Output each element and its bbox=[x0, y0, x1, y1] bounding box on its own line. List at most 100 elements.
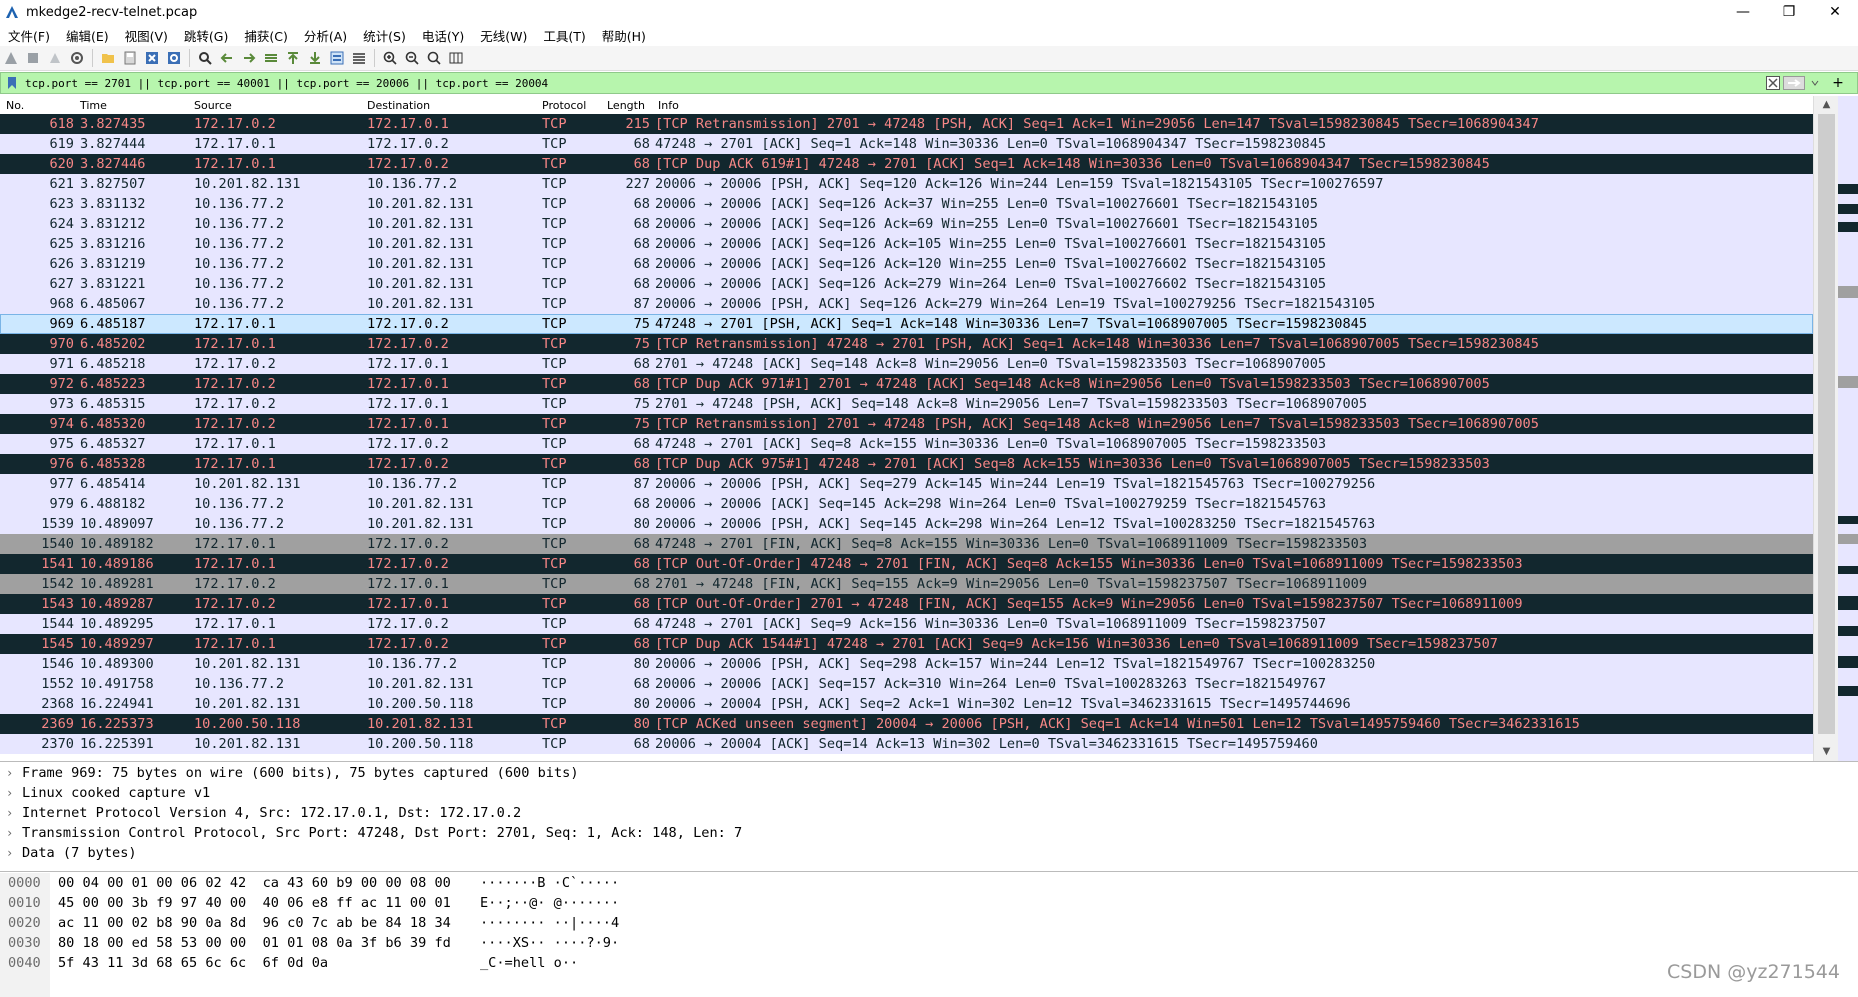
bytes-row[interactable]: 0000 00 04 00 01 00 06 02 42 ca 43 60 b9 … bbox=[0, 873, 1858, 893]
column-no[interactable]: No. bbox=[6, 99, 24, 112]
menu-edit[interactable]: 编辑(E) bbox=[58, 26, 117, 45]
expand-chevron-icon[interactable]: › bbox=[6, 843, 22, 863]
packet-row[interactable]: 1546 10.489300 10.201.82.131 10.136.77.2 TCP… bbox=[0, 654, 1813, 674]
go-forward-icon[interactable] bbox=[238, 47, 260, 69]
filter-dropdown-icon[interactable] bbox=[1809, 75, 1821, 91]
packet-row[interactable]: 2369 16.225373 10.200.50.118 10.201.82.131 T… bbox=[0, 714, 1813, 734]
packet-row[interactable]: 2368 16.224941 10.201.82.131 10.200.50.118 T… bbox=[0, 694, 1813, 714]
bytes-row[interactable]: 0010 45 00 00 3b f9 97 40 00 40 06 e8 ff … bbox=[0, 893, 1858, 913]
menu-wireless[interactable]: 无线(W) bbox=[472, 26, 535, 45]
menu-view[interactable]: 视图(V) bbox=[117, 26, 176, 45]
expand-chevron-icon[interactable]: › bbox=[6, 803, 22, 823]
detail-frame[interactable]: › Frame 969: 75 bytes on wire (600 bits),… bbox=[0, 763, 1858, 783]
menu-capture[interactable]: 捕获(C) bbox=[236, 26, 295, 45]
packet-row[interactable]: 2370 16.225391 10.201.82.131 10.200.50.118 T… bbox=[0, 734, 1813, 754]
close-button[interactable]: ✕ bbox=[1812, 0, 1858, 24]
menu-analyze[interactable]: 分析(A) bbox=[296, 26, 355, 45]
packet-row[interactable]: 1542 10.489281 172.17.0.2 172.17.0.1 TCP 68 27… bbox=[0, 574, 1813, 594]
bytes-row[interactable]: 0040 5f 43 11 3d 68 65 6c 6c 6f 0d 0a _C·=… bbox=[0, 953, 1858, 973]
packet-row[interactable]: 625 3.831216 10.136.77.2 10.201.82.131 TCP 68… bbox=[0, 234, 1813, 254]
detail-data[interactable]: › Data (7 bytes) bbox=[0, 843, 1858, 863]
find-packet-icon[interactable] bbox=[194, 47, 216, 69]
go-to-packet-icon[interactable] bbox=[260, 47, 282, 69]
packet-row[interactable]: 977 6.485414 10.201.82.131 10.136.77.2 TCP 87… bbox=[0, 474, 1813, 494]
capture-options-icon[interactable] bbox=[66, 47, 88, 69]
packet-list-scrollbar[interactable]: ▲ ▼ bbox=[1813, 96, 1839, 761]
menu-statistics[interactable]: 统计(S) bbox=[355, 26, 414, 45]
column-source[interactable]: Source bbox=[194, 99, 232, 112]
zoom-out-icon[interactable] bbox=[401, 47, 423, 69]
packet-row[interactable]: 973 6.485315 172.17.0.2 172.17.0.1 TCP 75 2701… bbox=[0, 394, 1813, 414]
packet-row[interactable]: 975 6.485327 172.17.0.1 172.17.0.2 TCP 68 4724… bbox=[0, 434, 1813, 454]
packet-row[interactable]: 979 6.488182 10.136.77.2 10.201.82.131 TCP 68… bbox=[0, 494, 1813, 514]
reload-file-icon[interactable] bbox=[163, 47, 185, 69]
expand-chevron-icon[interactable]: › bbox=[6, 823, 22, 843]
minimize-button[interactable]: — bbox=[1720, 0, 1766, 24]
zoom-reset-icon[interactable] bbox=[423, 47, 445, 69]
packet-row[interactable]: 624 3.831212 10.136.77.2 10.201.82.131 TCP 68… bbox=[0, 214, 1813, 234]
packet-row[interactable]: 1545 10.489297 172.17.0.1 172.17.0.2 TCP 68 [T… bbox=[0, 634, 1813, 654]
packet-row[interactable]: 974 6.485320 172.17.0.2 172.17.0.1 TCP 75 [TCP… bbox=[0, 414, 1813, 434]
restart-capture-icon[interactable] bbox=[44, 47, 66, 69]
menu-file[interactable]: 文件(F) bbox=[0, 26, 58, 45]
colorize-icon[interactable] bbox=[348, 47, 370, 69]
menu-help[interactable]: 帮助(H) bbox=[594, 26, 654, 45]
packet-row[interactable]: 971 6.485218 172.17.0.2 172.17.0.1 TCP 68 2701… bbox=[0, 354, 1813, 374]
column-info[interactable]: Info bbox=[658, 99, 679, 112]
packet-row[interactable]: 972 6.485223 172.17.0.2 172.17.0.1 TCP 68 [TCP… bbox=[0, 374, 1813, 394]
scrollbar-thumb[interactable] bbox=[1818, 114, 1835, 734]
restore-button[interactable]: ❐ bbox=[1766, 0, 1812, 24]
scroll-down-icon[interactable]: ▼ bbox=[1814, 743, 1839, 759]
detail-tcp[interactable]: › Transmission Control Protocol, Src Port… bbox=[0, 823, 1858, 843]
packet-row[interactable]: 1552 10.491758 10.136.77.2 10.201.82.131 TCP… bbox=[0, 674, 1813, 694]
bookmark-icon[interactable] bbox=[3, 74, 21, 92]
save-file-icon[interactable] bbox=[119, 47, 141, 69]
stop-capture-icon[interactable] bbox=[22, 47, 44, 69]
open-file-icon[interactable] bbox=[97, 47, 119, 69]
column-protocol[interactable]: Protocol bbox=[542, 99, 586, 112]
bytes-row[interactable]: 0030 80 18 00 ed 58 53 00 00 01 01 08 0a … bbox=[0, 933, 1858, 953]
auto-scroll-icon[interactable] bbox=[326, 47, 348, 69]
packet-minimap[interactable] bbox=[1838, 96, 1858, 761]
packet-time: 3.831221 bbox=[80, 276, 146, 292]
packet-row[interactable]: 970 6.485202 172.17.0.1 172.17.0.2 TCP 75 [TCP… bbox=[0, 334, 1813, 354]
expand-chevron-icon[interactable]: › bbox=[6, 763, 22, 783]
packet-row[interactable]: 620 3.827446 172.17.0.1 172.17.0.2 TCP 68 [TCP… bbox=[0, 154, 1813, 174]
expand-chevron-icon[interactable]: › bbox=[6, 783, 22, 803]
packet-row[interactable]: 1544 10.489295 172.17.0.1 172.17.0.2 TCP 68 47… bbox=[0, 614, 1813, 634]
add-filter-button-icon[interactable]: + bbox=[1831, 75, 1845, 91]
display-filter-input[interactable]: tcp.port == 2701 || tcp.port == 40001 ||… bbox=[25, 77, 548, 90]
zoom-in-icon[interactable] bbox=[379, 47, 401, 69]
resize-columns-icon[interactable] bbox=[445, 47, 467, 69]
packet-row[interactable]: 968 6.485067 10.136.77.2 10.201.82.131 TCP 87… bbox=[0, 294, 1813, 314]
packet-row[interactable]: 976 6.485328 172.17.0.1 172.17.0.2 TCP 68 [TCP… bbox=[0, 454, 1813, 474]
packet-row[interactable]: 627 3.831221 10.136.77.2 10.201.82.131 TCP 68… bbox=[0, 274, 1813, 294]
scroll-up-icon[interactable]: ▲ bbox=[1814, 96, 1839, 112]
clear-filter-icon[interactable] bbox=[1766, 75, 1780, 91]
packet-row[interactable]: 619 3.827444 172.17.0.1 172.17.0.2 TCP 68 4724… bbox=[0, 134, 1813, 154]
packet-row[interactable]: 626 3.831219 10.136.77.2 10.201.82.131 TCP 68… bbox=[0, 254, 1813, 274]
column-length[interactable]: Length bbox=[607, 99, 645, 112]
packet-row[interactable]: 621 3.827507 10.201.82.131 10.136.77.2 TCP 22… bbox=[0, 174, 1813, 194]
go-first-icon[interactable] bbox=[282, 47, 304, 69]
menu-tools[interactable]: 工具(T) bbox=[535, 26, 593, 45]
bytes-row[interactable]: 0020 ac 11 00 02 b8 90 0a 8d 96 c0 7c ab … bbox=[0, 913, 1858, 933]
packet-row[interactable]: 618 3.827435 172.17.0.2 172.17.0.1 TCP 215 [TC… bbox=[0, 114, 1813, 134]
menu-telephony[interactable]: 电话(Y) bbox=[414, 26, 472, 45]
go-last-icon[interactable] bbox=[304, 47, 326, 69]
close-file-icon[interactable] bbox=[141, 47, 163, 69]
packet-row[interactable]: 1543 10.489287 172.17.0.2 172.17.0.1 TCP 68 [T… bbox=[0, 594, 1813, 614]
column-destination[interactable]: Destination bbox=[367, 99, 430, 112]
start-capture-icon[interactable] bbox=[0, 47, 22, 69]
packet-row[interactable]: 1540 10.489182 172.17.0.1 172.17.0.2 TCP 68 47… bbox=[0, 534, 1813, 554]
packet-row[interactable]: 1541 10.489186 172.17.0.1 172.17.0.2 TCP 68 [T… bbox=[0, 554, 1813, 574]
menu-go[interactable]: 跳转(G) bbox=[176, 26, 236, 45]
detail-linux-cooked[interactable]: › Linux cooked capture v1 bbox=[0, 783, 1858, 803]
packet-row[interactable]: 969 6.485187 172.17.0.1 172.17.0.2 TCP 75 4724… bbox=[0, 314, 1813, 334]
go-back-icon[interactable] bbox=[216, 47, 238, 69]
detail-ip[interactable]: › Internet Protocol Version 4, Src: 172.1… bbox=[0, 803, 1858, 823]
packet-row[interactable]: 623 3.831132 10.136.77.2 10.201.82.131 TCP 68… bbox=[0, 194, 1813, 214]
packet-row[interactable]: 1539 10.489097 10.136.77.2 10.201.82.131 TCP… bbox=[0, 514, 1813, 534]
column-time[interactable]: Time bbox=[80, 99, 107, 112]
apply-filter-icon[interactable] bbox=[1783, 75, 1805, 91]
